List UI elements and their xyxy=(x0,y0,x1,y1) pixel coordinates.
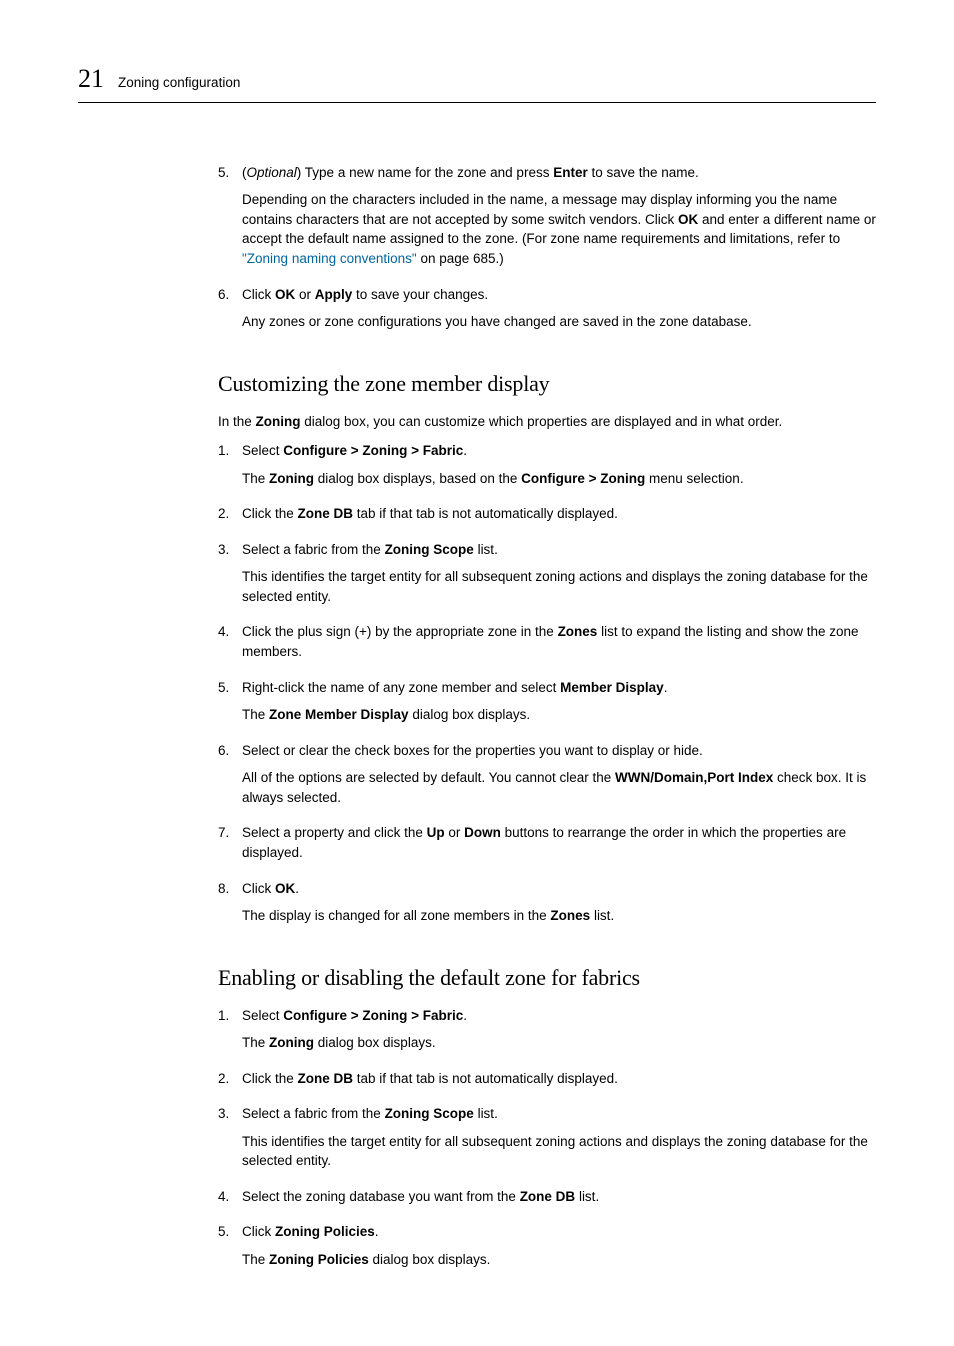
item-subtext: The Zoning Policies dialog box displays. xyxy=(242,1250,876,1270)
item-text: (Optional) Type a new name for the zone … xyxy=(242,163,876,183)
chapter-title: Zoning configuration xyxy=(118,73,240,93)
item-subtext: This identifies the target entity for al… xyxy=(242,1132,876,1171)
item-text: Select or clear the check boxes for the … xyxy=(242,741,876,761)
list-item: 8. Click OK. The display is changed for … xyxy=(218,879,876,934)
item-text: Click Zoning Policies. xyxy=(242,1222,876,1242)
item-text: Select Configure > Zoning > Fabric. xyxy=(242,1006,876,1026)
item-text: Select the zoning database you want from… xyxy=(242,1187,876,1207)
item-body: Select a fabric from the Zoning Scope li… xyxy=(242,1104,876,1179)
item-text: Click the Zone DB tab if that tab is not… xyxy=(242,1069,876,1089)
item-body: (Optional) Type a new name for the zone … xyxy=(242,163,876,277)
chapter-number: 21 xyxy=(78,60,104,98)
list-item: 6. Select or clear the check boxes for t… xyxy=(218,741,876,816)
item-body: Click OK or Apply to save your changes. … xyxy=(242,285,876,340)
page-header: 21 Zoning configuration xyxy=(78,60,876,103)
item-text: Right-click the name of any zone member … xyxy=(242,678,876,698)
item-body: Select or clear the check boxes for the … xyxy=(242,741,876,816)
item-body: Select Configure > Zoning > Fabric. The … xyxy=(242,1006,876,1061)
list-item: 5. (Optional) Type a new name for the zo… xyxy=(218,163,876,277)
item-number: 5. xyxy=(218,678,242,733)
item-number: 6. xyxy=(218,741,242,816)
page: 21 Zoning configuration 5. (Optional) Ty… xyxy=(0,0,954,1346)
item-body: Select a fabric from the Zoning Scope li… xyxy=(242,540,876,615)
item-body: Click the Zone DB tab if that tab is not… xyxy=(242,1069,876,1097)
item-body: Select a property and click the Up or Do… xyxy=(242,823,876,870)
item-body: Select the zoning database you want from… xyxy=(242,1187,876,1215)
item-number: 5. xyxy=(218,1222,242,1277)
item-text: Select a property and click the Up or Do… xyxy=(242,823,876,862)
list-item: 7. Select a property and click the Up or… xyxy=(218,823,876,870)
item-text: Select Configure > Zoning > Fabric. xyxy=(242,441,876,461)
item-number: 3. xyxy=(218,1104,242,1179)
list-item: 5. Right-click the name of any zone memb… xyxy=(218,678,876,733)
section2-list: 1. Select Configure > Zoning > Fabric. T… xyxy=(218,1006,876,1278)
item-number: 5. xyxy=(218,163,242,277)
item-number: 2. xyxy=(218,504,242,532)
item-body: Select Configure > Zoning > Fabric. The … xyxy=(242,441,876,496)
item-body: Click Zoning Policies. The Zoning Polici… xyxy=(242,1222,876,1277)
item-subtext: The display is changed for all zone memb… xyxy=(242,906,876,926)
item-subtext: The Zoning dialog box displays, based on… xyxy=(242,469,876,489)
list-item: 3. Select a fabric from the Zoning Scope… xyxy=(218,540,876,615)
list-item: 4. Select the zoning database you want f… xyxy=(218,1187,876,1215)
list-item: 1. Select Configure > Zoning > Fabric. T… xyxy=(218,441,876,496)
item-number: 1. xyxy=(218,441,242,496)
item-subtext: Any zones or zone configurations you hav… xyxy=(242,312,876,332)
item-number: 2. xyxy=(218,1069,242,1097)
list-item: 6. Click OK or Apply to save your change… xyxy=(218,285,876,340)
list-item: 5. Click Zoning Policies. The Zoning Pol… xyxy=(218,1222,876,1277)
item-text: Click OK. xyxy=(242,879,876,899)
item-text: Select a fabric from the Zoning Scope li… xyxy=(242,540,876,560)
item-text: Click OK or Apply to save your changes. xyxy=(242,285,876,305)
list-item: 4. Click the plus sign (+) by the approp… xyxy=(218,622,876,669)
top-list: 5. (Optional) Type a new name for the zo… xyxy=(218,163,876,340)
section1-list: 1. Select Configure > Zoning > Fabric. T… xyxy=(218,441,876,934)
item-text: Click the Zone DB tab if that tab is not… xyxy=(242,504,876,524)
item-body: Click the Zone DB tab if that tab is not… xyxy=(242,504,876,532)
xref-link[interactable]: "Zoning naming conventions" xyxy=(242,251,417,266)
item-number: 1. xyxy=(218,1006,242,1061)
item-text: Select a fabric from the Zoning Scope li… xyxy=(242,1104,876,1124)
item-number: 8. xyxy=(218,879,242,934)
item-number: 4. xyxy=(218,622,242,669)
item-number: 7. xyxy=(218,823,242,870)
item-subtext: Depending on the characters included in … xyxy=(242,190,876,268)
item-body: Click OK. The display is changed for all… xyxy=(242,879,876,934)
list-item: 1. Select Configure > Zoning > Fabric. T… xyxy=(218,1006,876,1061)
optional-label: Optional xyxy=(247,165,297,180)
item-number: 3. xyxy=(218,540,242,615)
item-number: 6. xyxy=(218,285,242,340)
list-item: 2. Click the Zone DB tab if that tab is … xyxy=(218,504,876,532)
list-item: 2. Click the Zone DB tab if that tab is … xyxy=(218,1069,876,1097)
section-heading: Enabling or disabling the default zone f… xyxy=(218,962,876,994)
item-text: Click the plus sign (+) by the appropria… xyxy=(242,622,876,661)
item-subtext: All of the options are selected by defau… xyxy=(242,768,876,807)
item-body: Right-click the name of any zone member … xyxy=(242,678,876,733)
section-intro: In the Zoning dialog box, you can custom… xyxy=(218,412,876,432)
item-subtext: This identifies the target entity for al… xyxy=(242,567,876,606)
list-item: 3. Select a fabric from the Zoning Scope… xyxy=(218,1104,876,1179)
item-number: 4. xyxy=(218,1187,242,1215)
section-heading: Customizing the zone member display xyxy=(218,368,876,400)
item-body: Click the plus sign (+) by the appropria… xyxy=(242,622,876,669)
item-subtext: The Zoning dialog box displays. xyxy=(242,1033,876,1053)
page-content: 5. (Optional) Type a new name for the zo… xyxy=(218,163,876,1278)
item-subtext: The Zone Member Display dialog box displ… xyxy=(242,705,876,725)
